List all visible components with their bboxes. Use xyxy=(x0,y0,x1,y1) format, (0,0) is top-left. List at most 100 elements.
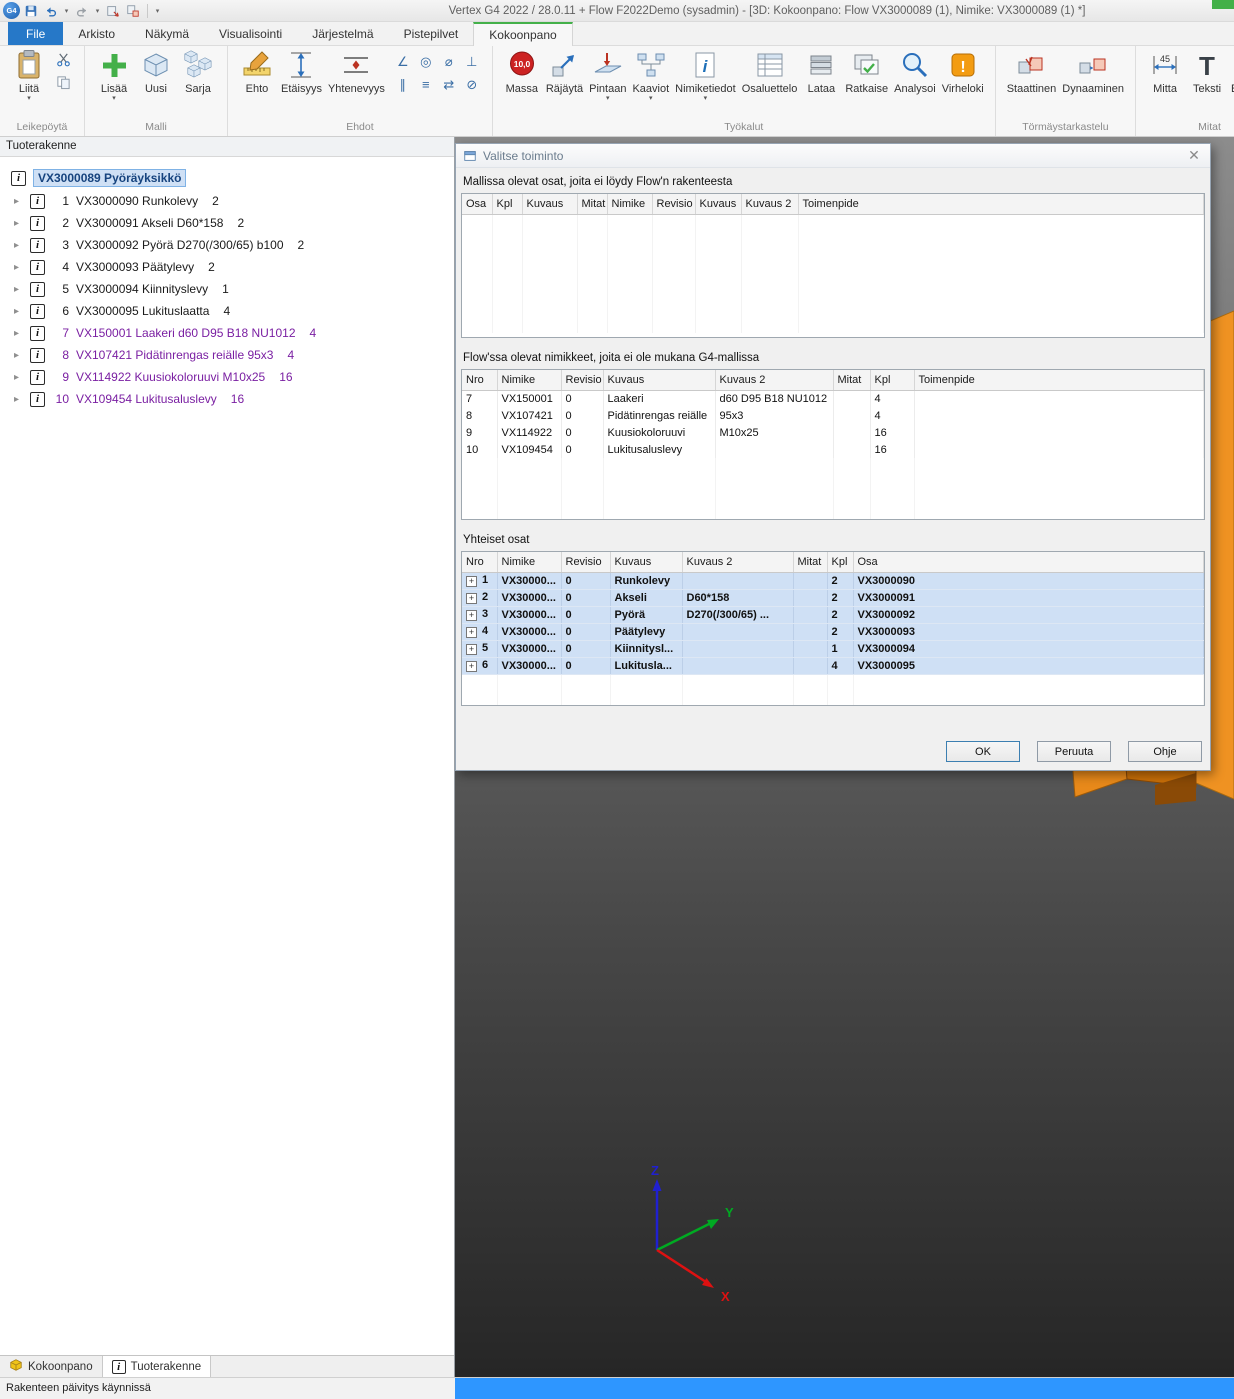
table-row[interactable]: +1VX30000...0Runkolevy2VX3000090 xyxy=(462,572,1204,589)
column-header[interactable]: Revisio xyxy=(561,370,603,390)
ribbon-small-perpendicular[interactable]: ⊥ xyxy=(461,52,483,72)
chevron-right-icon[interactable]: ▸ xyxy=(14,306,30,317)
column-header[interactable]: Kuvaus xyxy=(522,194,577,214)
table-row[interactable]: 10VX1094540Lukitusaluslevy16 xyxy=(462,441,1204,458)
chevron-right-icon[interactable]: ▸ xyxy=(14,328,30,339)
ribbon-button-räjäytä[interactable]: Räjäytä xyxy=(543,47,586,95)
table-row[interactable]: +5VX30000...0Kiinnitysl...1VX3000094 xyxy=(462,640,1204,657)
ribbon-button-analysoi[interactable]: Analysoi xyxy=(891,47,939,95)
ribbon-button-lataa[interactable]: Lataa xyxy=(800,47,842,95)
ribbon-button-dynaaminen[interactable]: Dynaaminen xyxy=(1059,47,1127,95)
ribbon-button-sarja[interactable]: Sarja xyxy=(177,47,219,95)
expand-plus-icon[interactable]: + xyxy=(466,610,477,621)
tree-item-9[interactable]: ▸i9VX114922 Kuusiokoloruuvi M10x2516 xyxy=(0,366,454,388)
expand-plus-icon[interactable]: + xyxy=(466,661,477,672)
ribbon-small-tangent[interactable]: ⊘ xyxy=(461,75,483,95)
column-header[interactable]: Mitat xyxy=(833,370,870,390)
chevron-right-icon[interactable]: ▸ xyxy=(14,240,30,251)
ribbon-button-lisää[interactable]: Lisää▾ xyxy=(93,47,135,102)
peruuta-button[interactable]: Peruuta xyxy=(1037,741,1111,762)
ribbon-small-angle[interactable]: ∠ xyxy=(392,52,414,72)
viewport-3d[interactable]: Z Y X Valitse toiminto ✕ Mallissa olevat… xyxy=(455,137,1234,1377)
table-row[interactable]: 7VX1500010Laakerid60 D95 B18 NU10124 xyxy=(462,390,1204,407)
column-header[interactable]: Kuvaus xyxy=(610,552,682,572)
column-header[interactable]: Kuvaus 2 xyxy=(682,552,793,572)
tree-item-10[interactable]: ▸i10VX109454 Lukitusaluslevy16 xyxy=(0,388,454,410)
tab-näkymä[interactable]: Näkymä xyxy=(130,22,204,45)
tab-kokoonpano[interactable]: Kokoonpano xyxy=(473,22,572,46)
ribbon-button-etäisyys[interactable]: Etäisyys xyxy=(278,47,325,95)
ribbon-small-swap[interactable]: ⇄ xyxy=(438,75,460,95)
ribbon-small-copy[interactable] xyxy=(52,74,74,94)
redo-icon[interactable] xyxy=(73,2,91,20)
close-icon[interactable]: ✕ xyxy=(1185,147,1203,164)
tree-item-7[interactable]: ▸i7VX150001 Laakeri d60 D95 B18 NU10124 xyxy=(0,322,454,344)
expand-plus-icon[interactable]: + xyxy=(466,627,477,638)
save-icon[interactable] xyxy=(22,2,40,20)
ok-button[interactable]: OK xyxy=(946,741,1020,762)
tree-item-5[interactable]: ▸i5VX3000094 Kiinnityslevy1 xyxy=(0,278,454,300)
column-header[interactable]: Nro xyxy=(462,370,497,390)
export-tool-icon[interactable] xyxy=(124,2,142,20)
app-logo[interactable]: G4 xyxy=(3,2,20,19)
ribbon-button-massa[interactable]: 10,0Massa xyxy=(501,47,543,95)
chevron-right-icon[interactable]: ▸ xyxy=(14,196,30,207)
tab-järjestelmä[interactable]: Järjestelmä xyxy=(297,22,388,45)
column-header[interactable]: Nro xyxy=(462,552,497,572)
table-row[interactable]: +2VX30000...0AkseliD60*1582VX3000091 xyxy=(462,589,1204,606)
ribbon-button-ratkaise[interactable]: Ratkaise xyxy=(842,47,891,95)
tree-item-2[interactable]: ▸i2VX3000091 Akseli D60*1582 xyxy=(0,212,454,234)
column-header[interactable]: Kpl xyxy=(827,552,853,572)
tab-arkisto[interactable]: Arkisto xyxy=(63,22,130,45)
column-header[interactable]: Mitat xyxy=(577,194,607,214)
ribbon-button-ehto[interactable]: Ehto xyxy=(236,47,278,95)
dialog-titlebar[interactable]: Valitse toiminto ✕ xyxy=(456,144,1210,168)
column-header[interactable]: Osa xyxy=(853,552,1204,572)
table-row[interactable]: 9VX1149220KuusiokoloruuviM10x2516 xyxy=(462,424,1204,441)
chevron-right-icon[interactable]: ▸ xyxy=(14,218,30,229)
bottom-tab-tuoterakenne[interactable]: iTuoterakenne xyxy=(103,1356,212,1377)
ribbon-button-staattinen[interactable]: Staattinen xyxy=(1004,47,1060,95)
column-header[interactable]: Kpl xyxy=(492,194,522,214)
column-header[interactable]: Osa xyxy=(462,194,492,214)
ribbon-small-parallel[interactable]: ∥ xyxy=(392,75,414,95)
redo-dropdown-icon[interactable]: ▾ xyxy=(93,7,102,15)
column-header[interactable]: Kuvaus 2 xyxy=(741,194,798,214)
column-header[interactable]: Kpl xyxy=(870,370,914,390)
column-header[interactable]: Kuvaus xyxy=(695,194,741,214)
column-header[interactable]: Kuvaus xyxy=(603,370,715,390)
tree-root-label[interactable]: VX3000089 Pyöräyksikkö xyxy=(33,169,186,187)
column-header[interactable]: Nimike xyxy=(607,194,652,214)
column-header[interactable]: Kuvaus 2 xyxy=(715,370,833,390)
ribbon-button-mitta[interactable]: 45Mitta xyxy=(1144,47,1186,95)
tree-root[interactable]: iVX3000089 Pyöräyksikkö xyxy=(0,167,454,189)
ribbon-button-virheloki[interactable]: !Virheloki xyxy=(939,47,987,95)
ribbon-button-nimiketiedot[interactable]: iNimiketiedot▾ xyxy=(672,47,739,102)
ribbon-button-etäisyys[interactable]: Etäisyys xyxy=(1228,47,1234,95)
chevron-right-icon[interactable]: ▸ xyxy=(14,284,30,295)
ohje-button[interactable]: Ohje xyxy=(1128,741,1202,762)
table-row[interactable]: +3VX30000...0PyöräD270(/300/65) ...2VX30… xyxy=(462,606,1204,623)
ribbon-button-osaluettelo[interactable]: Osaluettelo xyxy=(739,47,801,95)
column-header[interactable]: Nimike xyxy=(497,370,561,390)
ribbon-button-kaaviot[interactable]: Kaaviot▾ xyxy=(629,47,672,102)
column-header[interactable]: Toimenpide xyxy=(798,194,1204,214)
chevron-right-icon[interactable]: ▸ xyxy=(14,372,30,383)
expand-plus-icon[interactable]: + xyxy=(466,576,477,587)
ribbon-button-yhtenevyys[interactable]: Yhtenevyys xyxy=(325,47,388,95)
ribbon-button-pintaan[interactable]: Pintaan▾ xyxy=(586,47,629,102)
qat-more-icon[interactable]: ▾ xyxy=(153,7,162,15)
report-tool-icon[interactable] xyxy=(104,2,122,20)
column-header[interactable]: Toimenpide xyxy=(914,370,1204,390)
tree-item-3[interactable]: ▸i3VX3000092 Pyörä D270(/300/65) b1002 xyxy=(0,234,454,256)
ribbon-button-liitä[interactable]: Liitä▾ xyxy=(8,47,50,102)
ribbon-small-diameter[interactable]: ⌀ xyxy=(438,52,460,72)
tree-item-1[interactable]: ▸i1VX3000090 Runkolevy2 xyxy=(0,190,454,212)
undo-icon[interactable] xyxy=(42,2,60,20)
bottom-tab-kokoonpano[interactable]: Kokoonpano xyxy=(0,1356,103,1377)
ribbon-button-uusi[interactable]: Uusi xyxy=(135,47,177,95)
table-row[interactable]: +6VX30000...0Lukitusla...4VX3000095 xyxy=(462,657,1204,674)
table-row[interactable]: +4VX30000...0Päätylevy2VX3000093 xyxy=(462,623,1204,640)
column-header[interactable]: Mitat xyxy=(793,552,827,572)
tree-item-4[interactable]: ▸i4VX3000093 Päätylevy2 xyxy=(0,256,454,278)
